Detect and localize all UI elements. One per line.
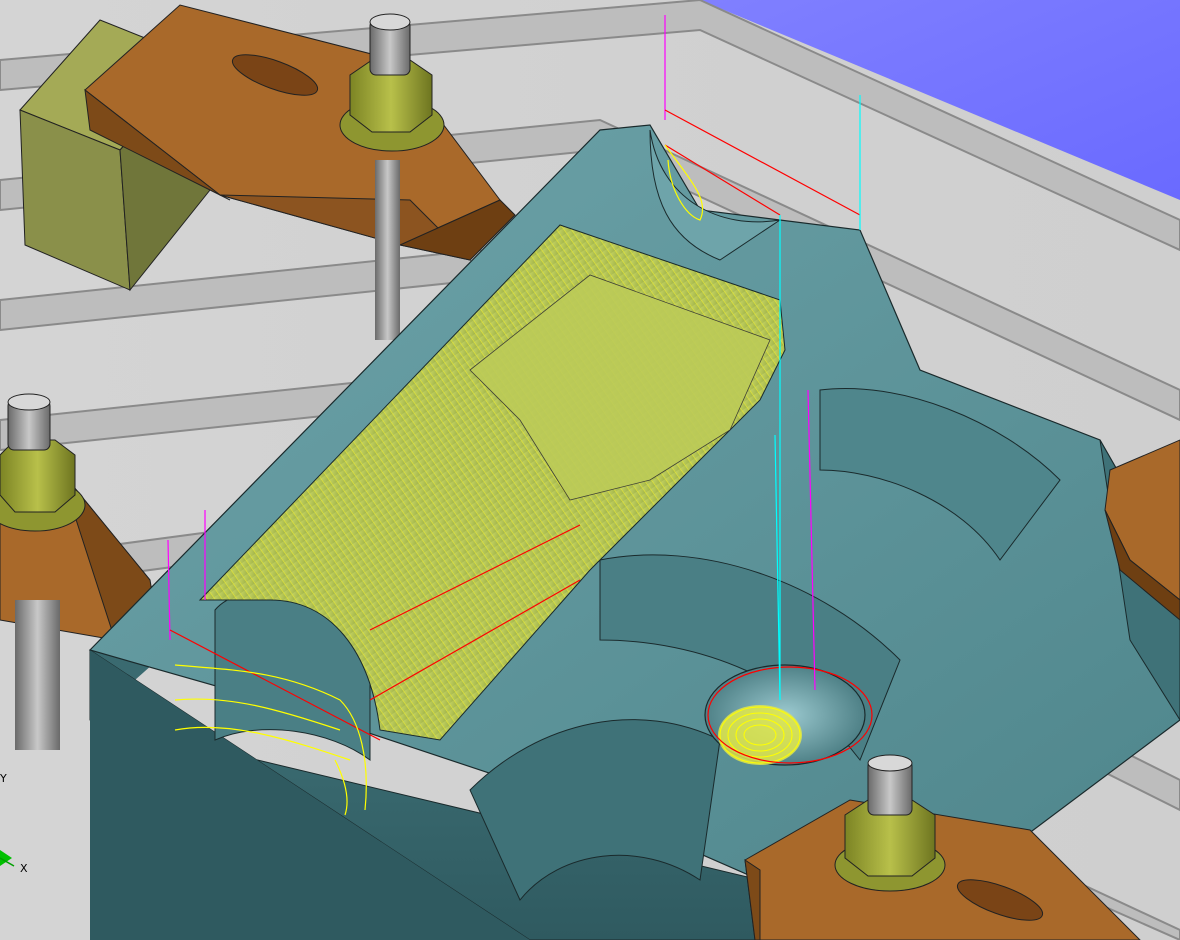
triad-y-label: Y: [0, 772, 7, 785]
scene-canvas[interactable]: [0, 0, 1180, 940]
3d-viewport[interactable]: Y X: [0, 0, 1180, 940]
triad-x-label: X: [20, 862, 28, 875]
